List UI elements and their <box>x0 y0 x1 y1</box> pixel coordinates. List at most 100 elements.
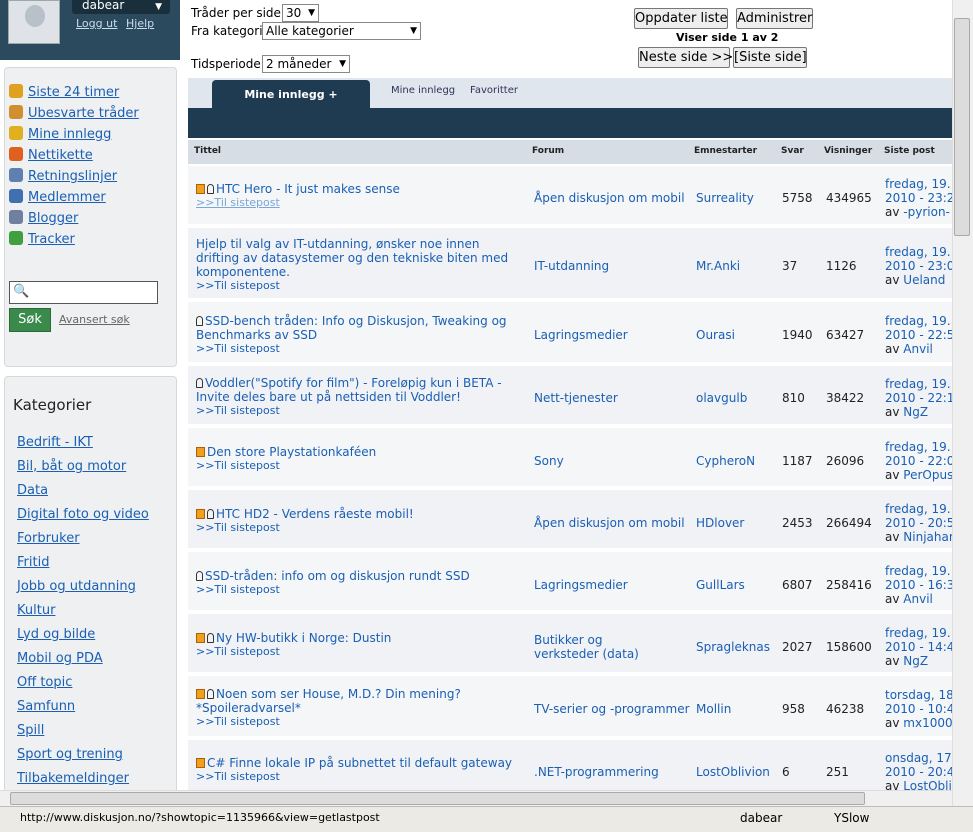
category-link[interactable]: Forbruker <box>17 531 80 546</box>
col-views[interactable]: Visninger <box>824 146 872 156</box>
quicklink-0[interactable]: Siste 24 timer <box>9 84 119 100</box>
last-post-link[interactable]: >>Til sistepost <box>196 196 280 209</box>
forum-link[interactable]: Sony <box>534 454 564 468</box>
last-post-link[interactable]: >>Til sistepost <box>196 279 280 292</box>
last-post-link[interactable]: >>Til sistepost <box>196 521 280 534</box>
thread-starter-link[interactable]: Mr.Anki <box>696 259 740 273</box>
last-post-date[interactable]: torsdag, 18. <box>885 688 962 702</box>
thread-starter-link[interactable]: CypheroN <box>696 454 755 468</box>
thread-title-link[interactable]: Hjelp til valg av IT-utdanning, ønsker n… <box>196 237 518 279</box>
last-poster-link[interactable]: NgZ <box>903 654 928 668</box>
thread-title-link[interactable]: HTC HD2 - Verdens råeste mobil! <box>196 507 518 521</box>
forum-link[interactable]: .NET-programmering <box>534 765 659 779</box>
thread-title-link[interactable]: SSD-bench tråden: Info og Diskusjon, Twe… <box>196 314 518 342</box>
search-input[interactable]: 🔍 <box>9 281 158 304</box>
search-button[interactable]: Søk <box>9 308 51 332</box>
last-post-date[interactable]: fredag, 19. f <box>885 177 962 191</box>
last-post-time[interactable]: 2010 - 22:57 <box>885 328 962 342</box>
thread-starter-link[interactable]: HDlover <box>696 516 744 530</box>
tab-mine[interactable]: Mine innlegg <box>391 85 455 96</box>
last-post-date[interactable]: fredag, 19. f <box>885 564 962 578</box>
thread-starter-link[interactable]: Mollin <box>696 702 731 716</box>
forum-link[interactable]: Lagringsmedier <box>534 578 628 592</box>
last-post-date[interactable]: fredag, 19. f <box>885 314 962 328</box>
thread-starter-link[interactable]: GullLars <box>696 578 745 592</box>
category-link[interactable]: Off topic <box>17 675 72 690</box>
col-replies[interactable]: Svar <box>781 146 804 156</box>
quicklink-2[interactable]: Mine innlegg <box>9 126 111 142</box>
col-starter[interactable]: Emnestarter <box>694 146 757 156</box>
thread-starter-link[interactable]: Ourasi <box>696 328 735 342</box>
category-link[interactable]: Bil, båt og motor <box>17 459 126 474</box>
category-link[interactable]: Jobb og utdanning <box>17 579 136 594</box>
help-link[interactable]: Hjelp <box>126 17 154 30</box>
category-link[interactable]: Bedrift - IKT <box>17 435 93 450</box>
thread-title-link[interactable]: SSD-tråden: info om og diskusjon rundt S… <box>196 569 518 583</box>
category-link[interactable]: Kultur <box>17 603 55 618</box>
vertical-scrollbar-thumb[interactable] <box>954 18 970 236</box>
last-post-link[interactable]: >>Til sistepost <box>196 342 280 355</box>
last-post-link[interactable]: >>Til sistepost <box>196 645 280 658</box>
forum-link[interactable]: Åpen diskusjon om mobil <box>534 191 685 205</box>
last-post-date[interactable]: fredag, 19. f <box>885 245 962 259</box>
last-poster-link[interactable]: Ueland <box>903 273 945 287</box>
last-post-time[interactable]: 2010 - 20:58 <box>885 516 962 530</box>
tab-favorites[interactable]: Favoritter <box>470 85 518 96</box>
last-poster-link[interactable]: mx1000 <box>903 716 952 730</box>
category-link[interactable]: Fritid <box>17 555 49 570</box>
advanced-search-link[interactable]: Avansert søk <box>59 313 130 326</box>
next-page-button[interactable]: Neste side >> <box>638 47 733 68</box>
thread-starter-link[interactable]: Spragleknas <box>696 640 770 654</box>
category-link[interactable]: Samfunn <box>17 699 75 714</box>
col-title[interactable]: Tittel <box>194 146 221 156</box>
last-post-time[interactable]: 2010 - 10:44 <box>885 702 962 716</box>
category-link[interactable]: Tilbakemeldinger <box>17 771 129 786</box>
thread-title-link[interactable]: Voddler("Spotify for film") - Foreløpig … <box>196 376 518 404</box>
col-last-post[interactable]: Siste post <box>884 146 935 156</box>
quicklink-5[interactable]: Medlemmer <box>9 189 106 205</box>
last-post-link[interactable]: >>Til sistepost <box>196 770 280 783</box>
forum-link[interactable]: Nett-tjenester <box>534 391 618 405</box>
quicklink-6[interactable]: Blogger <box>9 210 78 226</box>
update-list-button[interactable]: Oppdater liste <box>634 8 728 29</box>
last-post-date[interactable]: fredag, 19. f <box>885 502 962 516</box>
period-select[interactable]: 2 måneder ▼ <box>262 55 350 73</box>
horizontal-scrollbar-thumb[interactable] <box>10 792 865 805</box>
category-link[interactable]: Sport og trening <box>17 747 123 762</box>
quicklink-4[interactable]: Retningslinjer <box>9 168 117 184</box>
yslow-button[interactable]: YSlow <box>834 811 869 825</box>
last-page-button[interactable]: [Siste side] <box>733 47 807 68</box>
thread-starter-link[interactable]: Surreality <box>696 191 754 205</box>
last-post-link[interactable]: >>Til sistepost <box>196 404 280 417</box>
col-forum[interactable]: Forum <box>532 146 564 156</box>
thread-title-link[interactable]: Noen som ser House, M.D.? Din mening? *S… <box>196 687 518 715</box>
category-link[interactable]: Mobil og PDA <box>17 651 103 666</box>
admin-button[interactable]: Administrer <box>736 8 813 29</box>
last-post-link[interactable]: >>Til sistepost <box>196 459 280 472</box>
tab-mine-favorites[interactable]: Mine innlegg + Favoritter <box>212 80 370 131</box>
thread-title-link[interactable]: C# Finne lokale IP på subnettet til defa… <box>196 756 518 770</box>
last-post-date[interactable]: fredag, 19. f <box>885 626 962 640</box>
last-poster-link[interactable]: Anvil <box>903 592 933 606</box>
user-menu-dropdown[interactable]: dabear ▼ <box>72 0 170 14</box>
last-post-time[interactable]: 2010 - 20:48 <box>885 765 962 779</box>
last-post-time[interactable]: 2010 - 14:42 <box>885 640 962 654</box>
last-post-link[interactable]: >>Til sistepost <box>196 583 280 596</box>
quicklink-1[interactable]: Ubesvarte tråder <box>9 105 139 121</box>
last-poster-link[interactable]: -pyrion- <box>903 205 950 219</box>
last-poster-link[interactable]: Anvil <box>903 342 933 356</box>
forum-link[interactable]: Åpen diskusjon om mobil <box>534 516 685 530</box>
category-link[interactable]: Lyd og bilde <box>17 627 95 642</box>
category-link[interactable]: Spill <box>17 723 44 738</box>
thread-starter-link[interactable]: LostOblivion <box>696 765 770 779</box>
last-post-link[interactable]: >>Til sistepost <box>196 715 280 728</box>
last-post-date[interactable]: fredag, 19. f <box>885 377 962 391</box>
forum-link[interactable]: TV-serier og -programmer <box>534 702 690 716</box>
last-poster-link[interactable]: NgZ <box>903 405 928 419</box>
threads-per-page-select[interactable]: 30 ▼ <box>282 4 319 22</box>
last-post-time[interactable]: 2010 - 23:05 <box>885 259 962 273</box>
quicklink-7[interactable]: Tracker <box>9 231 75 247</box>
category-link[interactable]: Data <box>17 483 48 498</box>
logout-link[interactable]: Logg ut <box>76 17 117 30</box>
quicklink-3[interactable]: Nettikette <box>9 147 93 163</box>
